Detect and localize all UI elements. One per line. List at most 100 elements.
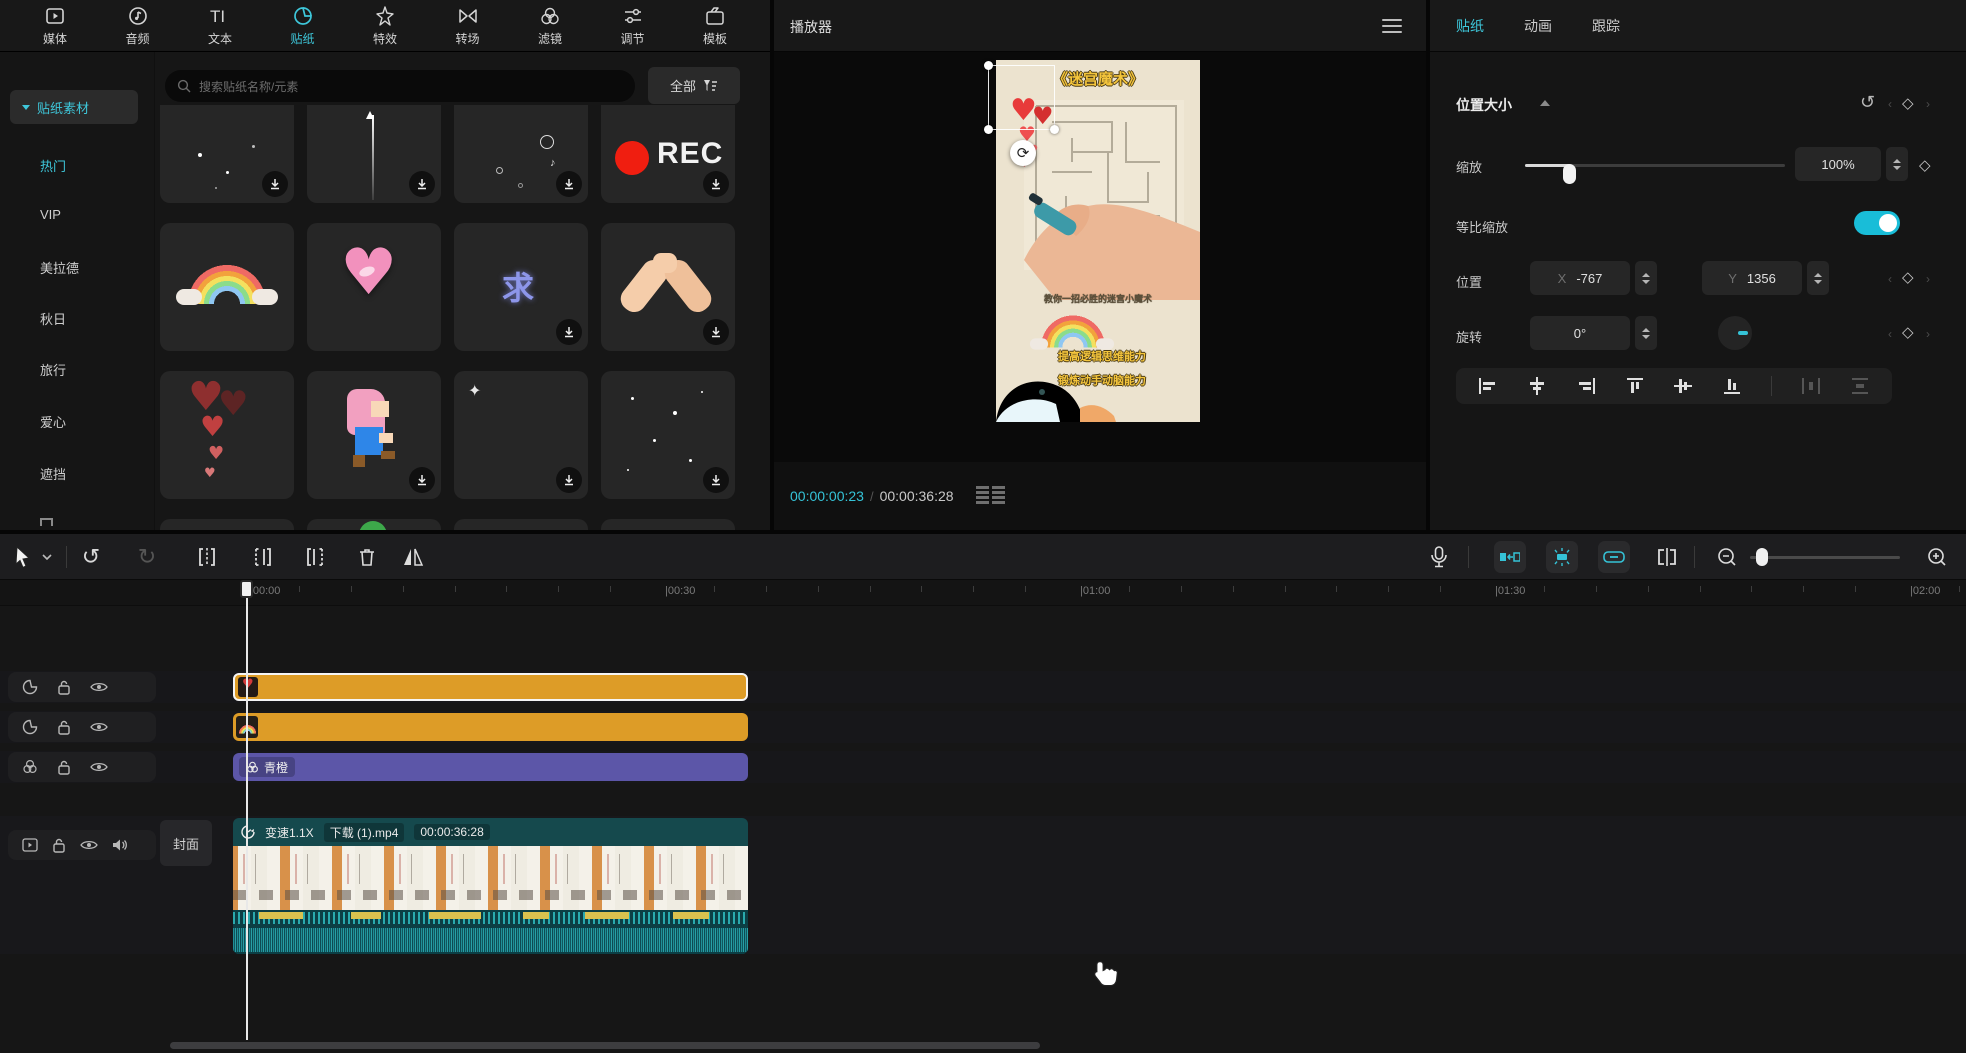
- linked-toggle[interactable]: [1598, 541, 1630, 573]
- selection-handle-bottom-left[interactable]: [984, 125, 993, 134]
- uniform-scale-toggle[interactable]: [1854, 211, 1900, 235]
- eye-icon[interactable]: [80, 839, 98, 851]
- tab-sticker[interactable]: 贴纸: [1456, 16, 1484, 36]
- download-icon[interactable]: [409, 171, 435, 197]
- sidebar-item-cover[interactable]: 遮挡: [40, 464, 66, 483]
- rotation-value-field[interactable]: 0°: [1530, 316, 1630, 350]
- scale-value-field[interactable]: 100%: [1795, 147, 1881, 181]
- split-keep-right-icon[interactable]: [300, 542, 330, 572]
- download-icon[interactable]: [703, 319, 729, 345]
- align-right-icon[interactable]: [1576, 377, 1596, 395]
- align-top-icon[interactable]: [1625, 377, 1645, 395]
- position-x-stepper[interactable]: [1635, 261, 1657, 295]
- lock-icon[interactable]: [57, 759, 71, 775]
- filter-clip[interactable]: 青橙: [233, 753, 748, 781]
- delete-icon[interactable]: [352, 542, 382, 572]
- eye-icon[interactable]: [90, 761, 108, 773]
- sticker-cell-sparkle[interactable]: ✦: [454, 371, 588, 499]
- align-center-vertical-icon[interactable]: [1673, 377, 1693, 395]
- sticker-filter-button[interactable]: 全部: [648, 67, 740, 104]
- sticker-search-input[interactable]: 搜索贴纸名称/元素: [165, 70, 635, 102]
- eye-icon[interactable]: [90, 721, 108, 733]
- timeline-horizontal-scrollbar[interactable]: [170, 1042, 1040, 1049]
- mirror-flip-icon[interactable]: [398, 542, 428, 572]
- zoom-out-icon[interactable]: [1712, 542, 1742, 572]
- preview-axis-icon[interactable]: [1652, 542, 1682, 572]
- select-tool-dropdown-icon[interactable]: [38, 542, 56, 572]
- distribute-vertical-icon[interactable]: [1850, 377, 1870, 395]
- player-menu-icon[interactable]: [1382, 19, 1402, 33]
- align-center-horizontal-icon[interactable]: [1527, 377, 1547, 395]
- scale-slider-knob[interactable]: [1563, 164, 1576, 184]
- rotation-stepper[interactable]: [1635, 316, 1657, 350]
- sticker-cell-pink-heart[interactable]: ♥: [307, 223, 441, 351]
- sticker-cell-partial-2[interactable]: [454, 519, 588, 530]
- section-collapse-icon[interactable]: [1540, 100, 1550, 106]
- sidebar-item-travel[interactable]: 旅行: [40, 360, 66, 379]
- eye-icon[interactable]: [90, 681, 108, 693]
- sticker-cell-sparkles[interactable]: [160, 105, 294, 203]
- sidebar-item-maillard[interactable]: 美拉德: [40, 258, 79, 277]
- rotation-keyframe-icon[interactable]: ◇: [1902, 323, 1914, 341]
- sticker-clip-hearts[interactable]: ♥: [233, 673, 748, 701]
- redo-icon[interactable]: ↻: [132, 542, 162, 572]
- distribute-horizontal-icon[interactable]: [1801, 377, 1821, 395]
- sticker-cell-pixel-girl[interactable]: [307, 371, 441, 499]
- sticker-cell-partial-1[interactable]: [160, 519, 294, 530]
- video-clip[interactable]: 变速1.1X 下载 (1).mp4 00:00:36:28: [233, 818, 748, 954]
- align-left-icon[interactable]: [1478, 377, 1498, 395]
- video-preview[interactable]: 《迷宫魔术》: [996, 60, 1200, 422]
- split-icon[interactable]: [192, 542, 222, 572]
- sidebar-item-vip[interactable]: VIP: [40, 207, 61, 222]
- timeline-zoom-knob[interactable]: [1756, 548, 1768, 566]
- sticker-cell-partial-3[interactable]: [601, 519, 735, 530]
- position-y-field[interactable]: Y 1356: [1702, 261, 1802, 295]
- sticker-cell-hands[interactable]: [601, 223, 735, 351]
- section-position-size[interactable]: 位置大小: [1456, 95, 1512, 115]
- keyframe-diamond-icon[interactable]: ◇: [1902, 94, 1914, 112]
- timeline-ruler[interactable]: |00:00|00:30|01:00|01:30|02:00: [0, 580, 1966, 606]
- tool-transition[interactable]: 转场: [439, 5, 497, 47]
- download-icon[interactable]: [556, 467, 582, 493]
- rotate-handle-icon[interactable]: ⟳: [1010, 140, 1036, 166]
- preview-list-icon[interactable]: [976, 485, 1006, 507]
- tab-tracking[interactable]: 跟踪: [1592, 16, 1620, 36]
- tool-text[interactable]: TI 文本: [191, 5, 249, 47]
- tool-effects[interactable]: 特效: [356, 5, 414, 47]
- cover-button[interactable]: 封面: [160, 820, 212, 866]
- playhead-line[interactable]: [246, 580, 248, 1040]
- playhead-handle[interactable]: [240, 580, 253, 598]
- download-icon[interactable]: [556, 319, 582, 345]
- speaker-icon[interactable]: [112, 838, 128, 852]
- download-icon[interactable]: [703, 171, 729, 197]
- tool-media[interactable]: 媒体: [26, 5, 84, 47]
- record-voiceover-icon[interactable]: [1424, 542, 1454, 572]
- scale-keyframe-icon[interactable]: ◇: [1919, 156, 1931, 174]
- tool-filter[interactable]: 滤镜: [521, 5, 579, 47]
- selection-handle-bottom-right[interactable]: [1050, 125, 1059, 134]
- tool-audio[interactable]: 音频: [109, 5, 167, 47]
- sticker-cell-white-dots[interactable]: [601, 371, 735, 499]
- sidebar-item-autumn[interactable]: 秋日: [40, 309, 66, 328]
- position-y-stepper[interactable]: [1807, 261, 1829, 295]
- undo-icon[interactable]: ↺: [76, 542, 106, 572]
- sticker-cell-partial-sprout[interactable]: [307, 519, 441, 530]
- lock-icon[interactable]: [57, 679, 71, 695]
- download-icon[interactable]: [703, 467, 729, 493]
- timeline-zoom-slider[interactable]: [1750, 556, 1900, 559]
- rotation-dial[interactable]: [1718, 316, 1752, 350]
- sidebar-item-sticker-material[interactable]: 贴纸素材: [10, 90, 138, 124]
- position-keyframe-icon[interactable]: ◇: [1902, 268, 1914, 286]
- zoom-in-icon[interactable]: [1922, 542, 1952, 572]
- download-icon[interactable]: [556, 171, 582, 197]
- sticker-cell-rainbow[interactable]: [160, 223, 294, 351]
- tab-animation[interactable]: 动画: [1524, 16, 1552, 36]
- download-icon[interactable]: [409, 467, 435, 493]
- auto-ripple-toggle[interactable]: [1494, 541, 1526, 573]
- sidebar-item-hot[interactable]: 热门: [40, 156, 66, 175]
- tool-template[interactable]: 模板: [686, 5, 744, 47]
- lock-icon[interactable]: [52, 837, 66, 853]
- sticker-clip-rainbow[interactable]: [233, 713, 748, 741]
- position-x-field[interactable]: X -767: [1530, 261, 1630, 295]
- download-icon[interactable]: [262, 171, 288, 197]
